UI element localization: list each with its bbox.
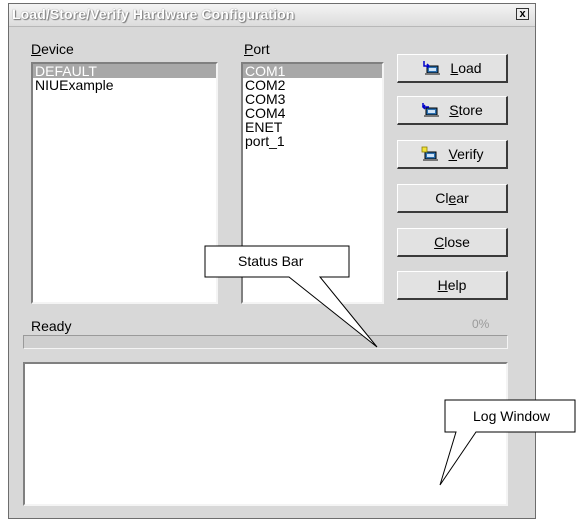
verify-icon (420, 146, 442, 162)
log-window[interactable] (23, 362, 508, 506)
clear-button-label: Clear (435, 190, 469, 206)
store-button-label: Store (449, 102, 483, 118)
verify-button[interactable]: Verify (397, 140, 508, 169)
load-button-label: Load (450, 60, 482, 76)
close-button[interactable]: Close (397, 228, 508, 257)
window-title: Load/Store/Verify Hardware Configuration (12, 6, 295, 22)
close-button-label: Close (434, 234, 470, 250)
device-list-item[interactable]: NIUExample (33, 78, 216, 92)
port-list-item[interactable]: port_1 (243, 134, 382, 148)
status-bar-callout: Status Bar (238, 253, 304, 269)
clear-button[interactable]: Clear (397, 184, 508, 213)
help-button-label: Help (437, 277, 467, 293)
status-text: Ready (31, 318, 72, 334)
device-list-item[interactable]: DEFAULT (33, 64, 216, 78)
title-bar[interactable]: Load/Store/Verify Hardware Configuration… (9, 4, 535, 27)
close-window-button[interactable]: x (516, 8, 529, 20)
port-list-item[interactable]: COM4 (243, 106, 382, 120)
log-window-callout: Log Window (473, 408, 551, 424)
progress-bar (23, 335, 508, 349)
port-list-item[interactable]: ENET (243, 120, 382, 134)
device-label: Device (31, 41, 74, 57)
verify-button-label: Verify (448, 146, 484, 162)
port-list-item[interactable]: COM2 (243, 78, 382, 92)
device-listbox[interactable]: DEFAULT NIUExample (31, 62, 218, 304)
load-button[interactable]: Load (397, 54, 508, 83)
progress-percent: 0% (472, 317, 490, 331)
port-list-item[interactable]: COM3 (243, 92, 382, 106)
help-button[interactable]: Help (397, 271, 508, 300)
store-button[interactable]: Store (397, 96, 508, 125)
port-label: Port (244, 41, 270, 57)
load-icon (422, 60, 444, 76)
store-icon (421, 102, 443, 118)
port-list-item[interactable]: COM1 (243, 64, 382, 78)
